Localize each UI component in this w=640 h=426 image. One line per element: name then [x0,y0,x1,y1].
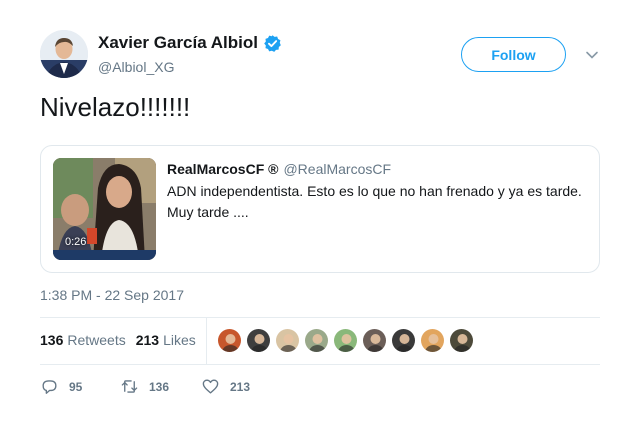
chevron-down-icon[interactable] [585,48,599,62]
liker-avatars [217,328,478,353]
tweet-stats: 136 Retweets 213 Likes [40,332,196,348]
retweet-icon [121,380,138,393]
author-display-name[interactable]: Xavier García Albiol [98,33,258,53]
tweet-text: Nivelazo!!!!!!! [40,92,191,122]
author-name-row: Xavier García Albiol [98,33,282,53]
liker-avatar[interactable] [333,328,358,353]
quoted-tweet-handle: @RealMarcosCF [283,161,392,177]
quoted-tweet-text: ADN independentista. Esto es lo que no h… [167,183,582,220]
quoted-tweet-video-thumbnail[interactable]: 0:26 [53,158,156,260]
liker-avatar[interactable] [420,328,445,353]
follow-button[interactable]: Follow [461,37,566,72]
video-duration: 0:26 [65,236,87,248]
stats-bottom-divider [40,364,600,365]
quoted-tweet-display-name: RealMarcosCF ® [167,161,279,177]
quoted-tweet-header: RealMarcosCF ® @RealMarcosCF [167,161,391,177]
likes-stat-label[interactable]: Likes [163,332,196,348]
retweet-button[interactable]: 136 [120,377,169,396]
liker-avatar[interactable] [304,328,329,353]
reply-button[interactable]: 95 [40,377,82,396]
liker-avatar[interactable] [217,328,242,353]
liker-avatar[interactable] [246,328,271,353]
reply-count: 95 [69,379,83,394]
retweet-count: 136 [149,379,170,394]
liker-avatar[interactable] [391,328,416,353]
likes-stat-count[interactable]: 213 [136,332,159,348]
like-count: 213 [230,379,251,394]
liker-avatar[interactable] [362,328,387,353]
author-handle[interactable]: @Albiol_XG [98,59,174,75]
liker-avatar[interactable] [449,328,474,353]
quoted-tweet-card[interactable]: 0:26 RealMarcosCF ® @RealMarcosCF ADN in… [40,145,600,273]
stats-top-divider [40,317,600,318]
verified-badge-icon [264,34,281,52]
retweets-stat-count[interactable]: 136 [40,332,63,348]
heart-icon [202,379,219,394]
reply-icon [42,380,57,394]
retweets-stat-label[interactable]: Retweets [67,332,125,348]
author-avatar[interactable] [40,30,88,78]
stats-separator [206,318,207,364]
like-button[interactable]: 213 [201,377,250,396]
liker-avatar[interactable] [275,328,300,353]
tweet-timestamp[interactable]: 1:38 PM - 22 Sep 2017 [40,287,184,303]
